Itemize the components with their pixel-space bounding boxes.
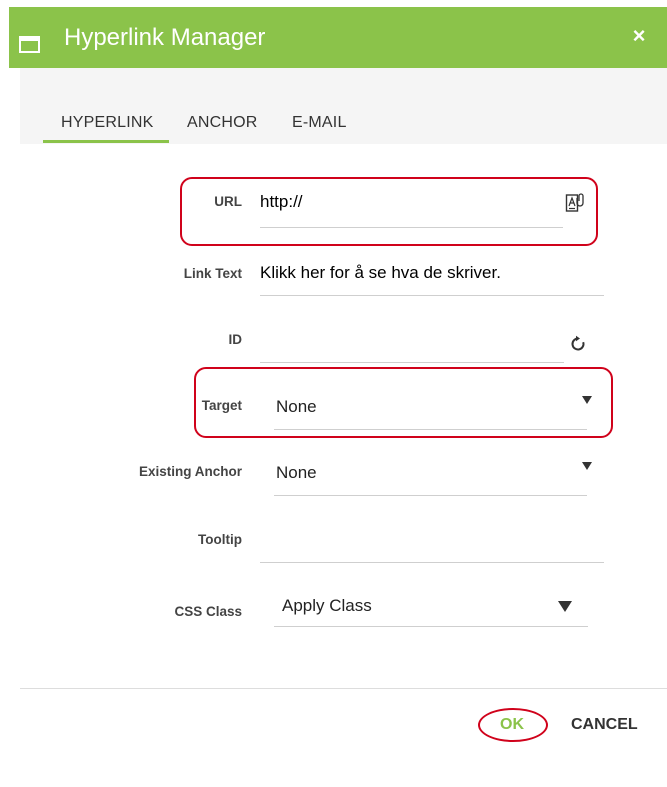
existing-anchor-label: Existing Anchor (138, 464, 242, 479)
link-text-underline (260, 295, 604, 296)
existing-anchor-select-value[interactable]: None (276, 463, 317, 483)
link-text-label: Link Text (183, 266, 242, 281)
footer-divider (20, 688, 667, 689)
dialog-title: Hyperlink Manager (64, 24, 266, 51)
target-dropdown-arrow-icon[interactable] (582, 396, 592, 404)
url-label: URL (214, 194, 242, 209)
id-label: ID (228, 332, 243, 347)
id-underline (260, 362, 564, 363)
active-tab-indicator (43, 140, 169, 143)
url-input[interactable] (260, 191, 550, 213)
dialog-titlebar: Hyperlink Manager × (9, 7, 667, 68)
link-text-input[interactable] (260, 262, 600, 284)
target-select-value[interactable]: None (276, 397, 317, 417)
css-class-underline (274, 626, 588, 627)
id-input[interactable] (260, 330, 550, 352)
refresh-icon[interactable] (569, 335, 587, 353)
window-icon (19, 36, 40, 53)
url-underline (260, 227, 563, 228)
css-class-dropdown-arrow-icon[interactable] (558, 601, 572, 612)
tab-anchor[interactable]: ANCHOR (187, 114, 258, 132)
cancel-button[interactable]: CANCEL (571, 716, 638, 734)
document-browse-icon[interactable] (565, 192, 585, 214)
tooltip-underline (260, 562, 604, 563)
close-button[interactable]: × (627, 24, 651, 48)
existing-anchor-dropdown-arrow-icon[interactable] (582, 462, 592, 470)
existing-anchor-underline (274, 495, 587, 496)
target-highlight-annotation (194, 367, 613, 438)
tab-hyperlink[interactable]: HYPERLINK (61, 114, 154, 132)
css-class-label: CSS Class (174, 604, 242, 619)
tooltip-label: Tooltip (198, 532, 242, 547)
tooltip-input[interactable] (260, 528, 600, 550)
target-label: Target (201, 398, 242, 413)
ok-button[interactable]: OK (500, 716, 524, 734)
tab-email[interactable]: E-MAIL (292, 114, 347, 132)
css-class-select-value[interactable]: Apply Class (282, 596, 372, 616)
tab-strip: HYPERLINK ANCHOR E-MAIL (20, 68, 667, 144)
target-underline (274, 429, 587, 430)
